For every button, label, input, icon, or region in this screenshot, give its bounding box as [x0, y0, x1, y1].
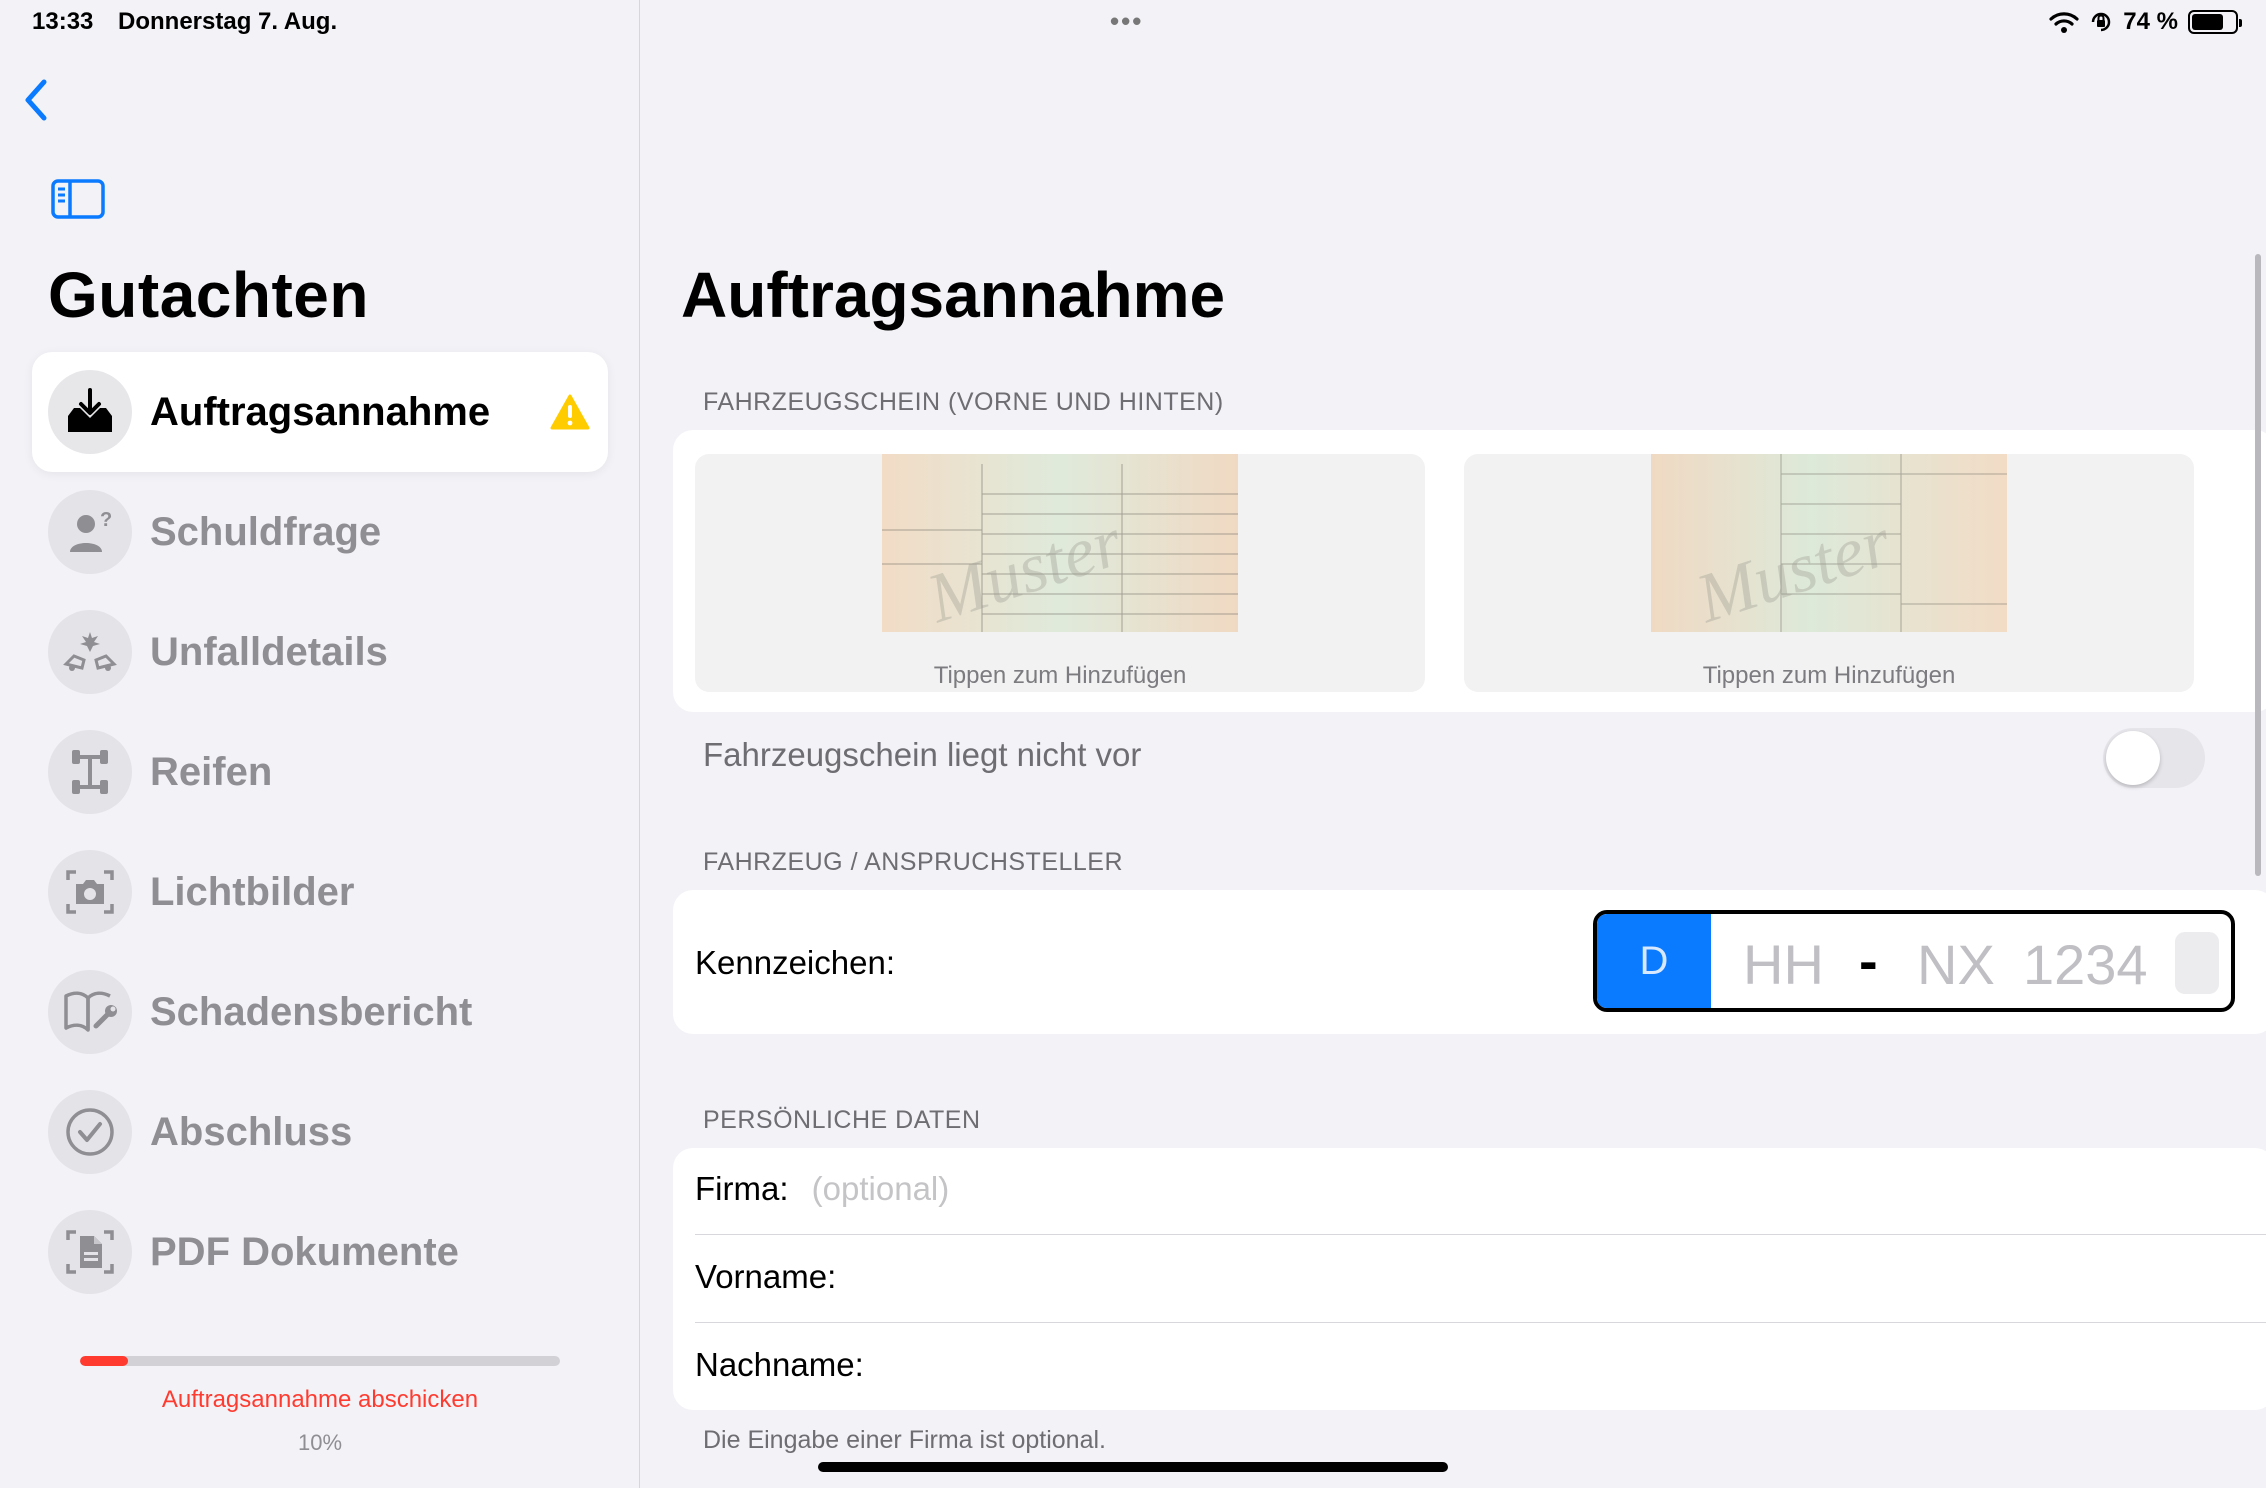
sidebar: Gutachten Auftragsannahme ? Schuldfrage …	[0, 0, 640, 1488]
submit-auftragsannahme-button[interactable]: Auftragsannahme abschicken	[80, 1386, 560, 1414]
plate-label: Kennzeichen:	[695, 944, 895, 981]
camera-icon	[66, 870, 114, 914]
sidebar-nav: Auftragsannahme ? Schuldfrage Unfalldeta…	[32, 352, 608, 1312]
back-button[interactable]	[22, 72, 62, 128]
nachname-field[interactable]: Nachname:	[695, 1346, 864, 1384]
orientation-lock-icon	[2092, 12, 2111, 32]
section-header-personal: PERSÖNLICHE DATEN	[703, 1106, 981, 1134]
plate-dash: -	[1859, 929, 1878, 992]
registration-missing-toggle[interactable]	[2103, 728, 2205, 788]
status-bar: 13:33 Donnerstag 7. Aug. ••• 74 %	[0, 0, 2266, 48]
sidebar-item-label: PDF Dokumente	[150, 1229, 459, 1274]
plate-badge	[2175, 932, 2219, 994]
section-header-vehicle: FAHRZEUG / ANSPRUCHSTELLER	[703, 848, 1124, 876]
chevron-left-icon	[25, 79, 47, 121]
scrollbar[interactable]	[2255, 254, 2261, 876]
inbox-download-icon	[68, 388, 112, 432]
vorname-field[interactable]: Vorname:	[695, 1258, 836, 1296]
sidebar-item-auftragsannahme[interactable]: Auftragsannahme	[32, 352, 608, 472]
registration-missing-label: Fahrzeugschein liegt nicht vor	[703, 736, 1142, 773]
footer-note: Die Eingabe einer Firma ist optional.	[703, 1426, 1106, 1454]
registration-back-tile[interactable]: Muster Tippen zum Hinzufügen	[1464, 454, 2194, 692]
license-plate-input[interactable]: D HH - NX 1234	[1593, 910, 2235, 1012]
checkmark-circle-icon	[66, 1108, 114, 1156]
firma-label: Firma:	[695, 1170, 789, 1207]
main-content: Auftragsannahme FAHRZEUGSCHEIN (VORNE UN…	[641, 0, 2266, 1488]
axle-icon	[72, 750, 108, 794]
sidebar-icon	[51, 179, 105, 219]
registration-front-tile[interactable]: Muster Tippen zum Hinzufügen	[695, 454, 1425, 692]
sidebar-item-reifen[interactable]: Reifen	[32, 712, 608, 832]
document-icon	[66, 1230, 114, 1274]
warning-icon	[550, 394, 590, 430]
sidebar-title: Gutachten	[48, 259, 369, 331]
sidebar-item-label: Abschluss	[150, 1109, 353, 1154]
sidebar-item-label: Schadensbericht	[150, 989, 473, 1034]
personal-card: Firma: (optional) Vorname: Nachname:	[673, 1148, 2266, 1410]
progress-fill	[80, 1356, 128, 1366]
car-crash-icon	[63, 632, 117, 671]
person-question-icon: ?	[70, 509, 112, 552]
progress-bar	[80, 1356, 560, 1366]
toggle-knob	[2106, 731, 2160, 785]
sidebar-item-label: Lichtbilder	[150, 869, 355, 914]
progress-percent: 10%	[297, 1430, 343, 1455]
svg-text:?: ?	[100, 509, 112, 531]
sidebar-item-unfalldetails[interactable]: Unfalldetails	[32, 592, 608, 712]
registration-back-hint: Tippen zum Hinzufügen	[1702, 662, 1956, 689]
sidebar-item-label: Auftragsannahme	[150, 389, 491, 434]
sidebar-toggle-button[interactable]	[50, 178, 106, 220]
battery-percent: 74 %	[2123, 8, 2178, 35]
registration-card: Muster Tippen zum Hinzufügen Muster Tipp…	[673, 430, 2266, 712]
sidebar-item-schadensbericht[interactable]: Schadensbericht	[32, 952, 608, 1072]
sidebar-item-label: Reifen	[150, 749, 273, 794]
section-header-registration: FAHRZEUGSCHEIN (VORNE UND HINTEN)	[703, 388, 1224, 416]
battery-icon	[2188, 10, 2242, 34]
sidebar-item-abschluss[interactable]: Abschluss	[32, 1072, 608, 1192]
firma-row[interactable]: Firma: (optional)	[695, 1170, 949, 1208]
nachname-label: Nachname:	[695, 1346, 864, 1383]
plate-numbers-input[interactable]: 1234	[2023, 932, 2148, 997]
sidebar-item-label: Unfalldetails	[150, 629, 388, 674]
firma-input[interactable]: (optional)	[812, 1170, 950, 1207]
plate-city-input[interactable]: HH	[1743, 932, 1824, 997]
sidebar-item-schuldfrage[interactable]: ? Schuldfrage	[32, 472, 608, 592]
vorname-label: Vorname:	[695, 1258, 837, 1295]
registration-back-thumbnail: Muster	[1651, 454, 2007, 632]
multitasking-dots-icon[interactable]: •••	[1110, 6, 1143, 37]
plate-letters-input[interactable]: NX	[1917, 932, 1995, 997]
registration-front-hint: Tippen zum Hinzufügen	[933, 662, 1187, 689]
plate-country-code: D	[1597, 914, 1711, 1008]
wifi-icon	[2049, 12, 2079, 33]
book-wrench-icon	[64, 991, 117, 1032]
home-indicator	[818, 1462, 1448, 1472]
sidebar-item-pdf-dokumente[interactable]: PDF Dokumente	[32, 1192, 608, 1312]
sidebar-item-lichtbilder[interactable]: Lichtbilder	[32, 832, 608, 952]
vehicle-card: Kennzeichen: D HH - NX 1234	[673, 890, 2266, 1034]
status-date: Donnerstag 7. Aug.	[118, 8, 338, 35]
sidebar-item-label: Schuldfrage	[150, 509, 382, 554]
status-time: 13:33	[32, 8, 94, 35]
registration-front-thumbnail: Muster	[882, 454, 1238, 632]
page-title: Auftragsannahme	[681, 259, 1226, 331]
